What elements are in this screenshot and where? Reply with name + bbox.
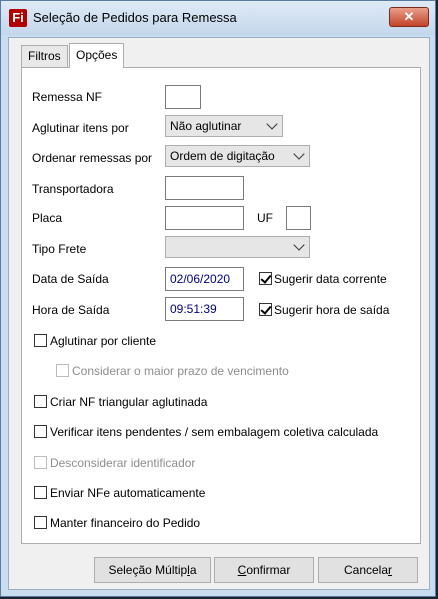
uf-input[interactable] (286, 206, 311, 230)
sugerir-data-checkbox[interactable] (259, 272, 272, 285)
cancelar-button[interactable]: Cancelar (318, 557, 418, 583)
aglutinar-itens-select[interactable]: Não aglutinar (165, 115, 283, 137)
sugerir-hora-label: Sugerir hora de saída (274, 303, 390, 317)
selecao-multipla-label-post: a (189, 563, 197, 577)
title-bar[interactable]: Fi Seleção de Pedidos para Remessa ✕ (1, 1, 435, 35)
aglutinar-cliente-label: Aglutinar por cliente (50, 334, 157, 348)
selecao-multipla-button[interactable]: Seleção Múltipla (94, 557, 211, 583)
nf-triangular-checkbox[interactable] (34, 395, 47, 408)
ordenar-remessas-label: Ordenar remessas por (32, 151, 153, 165)
maior-prazo-checkbox[interactable] (56, 364, 69, 377)
placa-input[interactable] (165, 206, 244, 230)
placa-label: Placa (32, 211, 63, 225)
ordenar-remessas-value: Ordem de digitação (170, 149, 275, 163)
chevron-down-icon (293, 239, 305, 251)
nf-triangular-label: Criar NF triangular aglutinada (50, 395, 208, 409)
window-title: Seleção de Pedidos para Remessa (33, 10, 237, 25)
aglutinar-itens-label: Aglutinar itens por (32, 121, 129, 135)
tipo-frete-label: Tipo Frete (32, 242, 87, 256)
ordenar-remessas-select[interactable]: Ordem de digitação (165, 145, 310, 167)
desconsiderar-ident-label: Desconsiderar identificador (50, 456, 196, 470)
close-button[interactable]: ✕ (389, 7, 429, 27)
sugerir-data-label: Sugerir data corrente (274, 272, 387, 286)
verificar-itens-checkbox[interactable] (34, 425, 47, 438)
cancelar-label-pre: Cancela (343, 563, 389, 577)
transportadora-label: Transportadora (32, 182, 114, 196)
confirmar-label-post: onfirmar (246, 563, 291, 577)
uf-label: UF (257, 211, 273, 225)
sugerir-hora-checkbox[interactable] (259, 303, 272, 316)
dialog-client: Filtros Opções Remessa NF Aglutinar iten… (8, 37, 430, 590)
confirmar-button[interactable]: Confirmar (214, 557, 314, 583)
enviar-nfe-label: Enviar NFe automaticamente (50, 486, 206, 500)
desconsiderar-ident-checkbox[interactable] (34, 456, 47, 469)
hora-saida-label: Hora de Saída (32, 303, 110, 317)
manter-financeiro-label: Manter financeiro do Pedido (50, 516, 201, 530)
options-panel: Remessa NF Aglutinar itens por Não aglut… (21, 67, 421, 544)
data-saida-label: Data de Saída (32, 272, 109, 286)
enviar-nfe-checkbox[interactable] (34, 486, 47, 499)
remessa-nf-label: Remessa NF (32, 90, 103, 104)
maior-prazo-label: Considerar o maior prazo de vencimento (72, 364, 289, 378)
tab-opcoes[interactable]: Opções (69, 43, 125, 68)
aglutinar-itens-value: Não aglutinar (170, 119, 242, 133)
hora-saida-input[interactable]: 09:51:39 (165, 297, 244, 321)
data-saida-input[interactable]: 02/06/2020 (165, 267, 244, 291)
remessa-nf-input[interactable] (165, 85, 201, 109)
verificar-itens-label: Verificar itens pendentes / sem embalage… (50, 425, 379, 439)
transportadora-input[interactable] (165, 176, 244, 200)
manter-financeiro-checkbox[interactable] (34, 516, 47, 529)
chevron-down-icon (266, 118, 278, 130)
selecao-multipla-label-pre: Seleção Múltip (108, 563, 188, 577)
app-logo-icon: Fi (9, 9, 27, 27)
chevron-down-icon (293, 148, 305, 160)
dialog-window: Fi Seleção de Pedidos para Remessa ✕ Fil… (0, 0, 436, 597)
tab-filtros[interactable]: Filtros (21, 45, 68, 67)
tipo-frete-select[interactable] (165, 236, 310, 258)
cancelar-label-key: r (388, 563, 393, 577)
aglutinar-cliente-checkbox[interactable] (34, 334, 47, 347)
